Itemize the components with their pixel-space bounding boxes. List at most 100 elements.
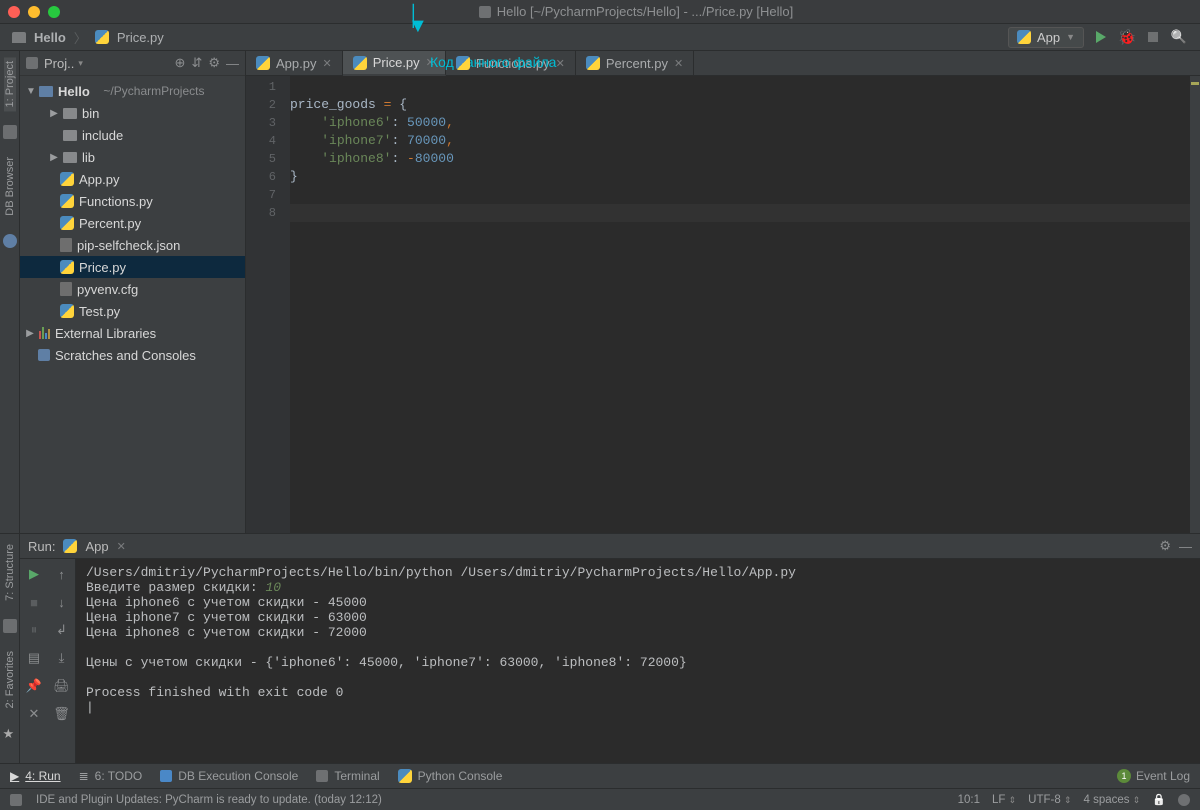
tab-price[interactable]: Price.py✕ [343,51,446,76]
python-file-icon [95,30,109,44]
tree-item-pipselfcheck[interactable]: pip-selfcheck.json [20,234,245,256]
minimize-window-button[interactable] [28,6,40,18]
readonly-lock-icon[interactable] [1152,793,1166,806]
run-button[interactable] [1092,28,1110,46]
tab-functions[interactable]: Functions.py✕ [446,51,576,75]
close-tab-icon[interactable]: ✕ [674,57,683,70]
scroll-to-end-icon[interactable]: ⤓ [53,649,71,667]
favorites-tool-button[interactable]: 2: Favorites [4,647,16,712]
window-controls [8,6,60,18]
line-gutter[interactable]: 12345678 [246,76,290,533]
event-log-button[interactable]: 1Event Log [1117,769,1190,783]
folder-icon [63,130,77,141]
breadcrumb-file[interactable]: Price.py [117,30,164,45]
tree-item-price[interactable]: Price.py [20,256,245,278]
tree-item-functions[interactable]: Functions.py [20,190,245,212]
file-icon [60,238,72,252]
project-tool-button[interactable]: 1: Project [4,57,16,111]
tree-item-pyvenv[interactable]: pyvenv.cfg [20,278,245,300]
code-content[interactable]: price_goods = { 'iphone6': 50000, 'iphon… [290,76,1190,533]
clear-icon[interactable]: 🗑 [53,705,71,723]
editor-marker-strip[interactable] [1190,76,1200,533]
up-arrow-icon[interactable]: ↑ [53,565,71,583]
close-tab-icon[interactable]: ✕ [556,57,565,70]
down-arrow-icon[interactable]: ↓ [53,593,71,611]
tree-item-lib[interactable]: ▶lib [20,146,245,168]
stop-button[interactable] [1144,28,1162,46]
rerun-button[interactable]: ▶ [25,565,43,583]
debug-button[interactable]: 🐞 [1118,28,1136,46]
chevron-down-icon: ▼ [1066,32,1075,42]
bottom-tab-todo[interactable]: ≣6: TODO [79,769,143,783]
line-ending[interactable]: LF ⇕ [992,794,1016,806]
python-icon [398,769,412,783]
status-icon[interactable] [10,794,22,806]
structure-tool-button[interactable]: 7: Structure [4,540,16,605]
bottom-tab-terminal[interactable]: Terminal [316,769,379,783]
warning-marker[interactable] [1191,82,1199,85]
breadcrumb-root[interactable]: Hello [34,30,66,45]
project-panel: Proj..▾ ⊕ ⇵ — ▼ Hello ~/PycharmProjects … [20,51,246,533]
run-config-selector[interactable]: App ▼ [1008,27,1084,48]
close-tab-icon[interactable]: ✕ [426,56,435,69]
tab-percent[interactable]: Percent.py✕ [576,51,694,75]
run-title: Run: [28,539,55,554]
run-toolbar: App ▼ 🐞 [1008,27,1188,48]
target-icon[interactable]: ⊕ [175,55,186,71]
print-icon[interactable]: 🖨 [53,677,71,695]
titlebar: Hello [~/PycharmProjects/Hello] - .../Pr… [0,0,1200,24]
status-widget-icon[interactable] [1178,794,1190,806]
close-window-button[interactable] [8,6,20,18]
project-tree[interactable]: ▼ Hello ~/PycharmProjects ▶bin ▶include … [20,76,245,370]
project-panel-title[interactable]: Proj..▾ [44,56,83,71]
zoom-window-button[interactable] [48,6,60,18]
tree-external-libraries[interactable]: ▶ External Libraries [20,322,245,344]
bottom-tab-db-console[interactable]: DB Execution Console [160,769,298,783]
tool-icon[interactable] [3,619,17,633]
python-file-icon [256,56,270,70]
python-file-icon [60,194,74,208]
tree-item-test[interactable]: Test.py [20,300,245,322]
left-tool-strip-lower: 7: Structure 2: Favorites ★ [0,534,20,763]
run-actions-column-2: ↑ ↓ ↲ ⤓ 🖨 🗑 [48,559,76,763]
close-tab-icon[interactable]: ✕ [322,57,331,70]
bottom-tab-run[interactable]: ▶4: Run [10,769,61,783]
db-browser-tool-button[interactable]: DB Browser [4,153,16,220]
close-run-tab-icon[interactable]: ✕ [117,540,126,553]
pause-button[interactable]: ⏸ [25,621,43,639]
tool-icon[interactable] [3,125,17,139]
tree-item-percent[interactable]: Percent.py [20,212,245,234]
tab-app[interactable]: App.py✕ [246,51,343,75]
soft-wrap-icon[interactable]: ↲ [53,621,71,639]
breadcrumb[interactable]: Hello 〉 Price.py [12,28,164,47]
tool-icon[interactable] [3,234,17,248]
collapse-icon[interactable]: ⇵ [191,55,202,71]
run-header: Run: App ✕ — [20,534,1200,559]
indent-setting[interactable]: 4 spaces ⇕ [1084,794,1141,806]
hide-icon[interactable]: — [1179,539,1192,554]
bottom-tab-python-console[interactable]: Python Console [398,769,503,783]
python-icon [1017,30,1031,44]
caret-position[interactable]: 10:1 [958,794,980,806]
file-encoding[interactable]: UTF-8 ⇕ [1028,794,1071,806]
run-config-name[interactable]: App [85,539,108,554]
star-icon[interactable]: ★ [3,726,17,740]
stop-button[interactable]: ■ [25,593,43,611]
search-button[interactable] [1170,28,1188,46]
status-message: IDE and Plugin Updates: PyCharm is ready… [36,794,382,806]
console-output[interactable]: /Users/dmitriy/PycharmProjects/Hello/bin… [76,559,1200,763]
gear-icon[interactable] [1159,538,1171,554]
code-editor[interactable]: 12345678 price_goods = { 'iphone6': 5000… [246,76,1200,533]
close-button[interactable]: ✕ [25,705,43,723]
layout-button[interactable]: ▤ [25,649,43,667]
tree-item-include[interactable]: ▶include [20,124,245,146]
gear-icon[interactable] [208,55,220,71]
hide-icon[interactable]: — [226,56,239,71]
editor-area: App.py✕ Price.py✕ Functions.py✕ Percent.… [246,51,1200,533]
tree-item-bin[interactable]: ▶bin [20,102,245,124]
pin-button[interactable]: 📌 [25,677,43,695]
tree-scratches[interactable]: Scratches and Consoles [20,344,245,366]
bottom-tool-tabs: ▶4: Run ≣6: TODO DB Execution Console Te… [0,763,1200,788]
tree-root[interactable]: ▼ Hello ~/PycharmProjects [20,80,245,102]
tree-item-app[interactable]: App.py [20,168,245,190]
